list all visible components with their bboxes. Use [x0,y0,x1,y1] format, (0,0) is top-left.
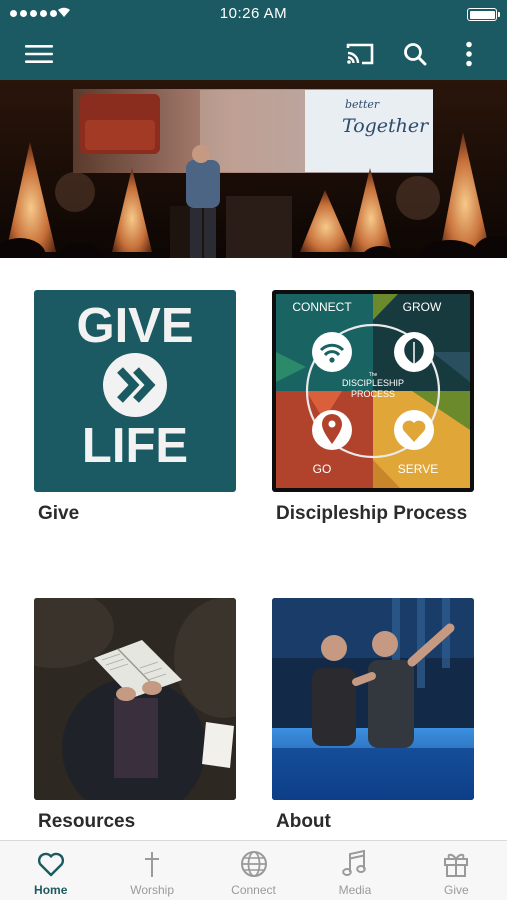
top-bar: 10:26 AM [0,0,507,80]
tab-worship[interactable]: Worship [101,841,202,900]
bottom-tab-bar: Home Worship Connect Media Give [0,840,507,900]
give-life-word-1: GIVE [76,299,193,353]
disc-label-connect: CONNECT [292,300,352,314]
app-bar [0,28,507,80]
menu-button[interactable] [19,34,59,74]
globe-icon [240,851,267,877]
cross-icon [145,852,160,877]
tile-discipleship-process-label: Discipleship Process [276,503,468,524]
resources-image [34,598,236,800]
gift-icon [444,853,469,877]
disc-label-serve: SERVE [398,462,438,476]
search-icon [404,43,427,66]
battery-icon [467,8,500,21]
leaf-badge-icon [394,332,434,372]
wifi-badge-icon [312,332,352,372]
disc-label-go: GO [313,462,332,476]
disc-center-sub: PROCESS [351,389,395,399]
more-vertical-icon [466,41,472,67]
tab-connect-label: Connect [231,883,276,897]
tab-home-label: Home [34,883,68,897]
location-pin-badge-icon [312,410,352,450]
tab-media-label: Media [338,883,372,897]
about-image [272,598,474,800]
status-bar: 10:26 AM [0,0,507,28]
stage-photo: better Together [0,80,507,258]
tab-give-label: Give [443,883,469,897]
hero-screen-word-2: Together [342,115,430,137]
disc-label-grow: GROW [403,300,442,314]
cast-button[interactable] [340,34,380,74]
tab-worship-label: Worship [130,883,174,897]
give-life-image: GIVE LIFE [34,290,236,492]
tab-media[interactable]: Media [304,841,405,900]
tab-home[interactable]: Home [0,841,101,900]
tile-give-label: Give [38,503,80,524]
heart-hands-badge-icon [394,410,434,450]
hamburger-menu-icon [25,45,53,63]
hero-screen-word-1: better [345,98,380,111]
tile-resources-label: Resources [38,811,136,832]
hero-banner-image[interactable]: better Together [0,80,507,258]
tab-give[interactable]: Give [406,841,507,900]
tab-connect[interactable]: Connect [203,841,304,900]
give-life-word-2: LIFE [82,419,188,473]
discipleship-process-image: CONNECT GROW GO SERVE The DISCIPLESHIP P… [272,290,474,492]
home-tiles-grid: GIVE LIFE Give CONNECT GROW GO SERVE The… [0,258,507,840]
tile-about-label: About [276,811,331,832]
more-options-button[interactable] [449,34,489,74]
disc-center-main: DISCIPLESHIP [342,378,404,388]
cast-icon [346,43,374,65]
heart-icon [37,852,64,877]
music-note-icon [342,850,366,876]
status-time: 10:26 AM [219,5,288,22]
search-button[interactable] [395,34,435,74]
